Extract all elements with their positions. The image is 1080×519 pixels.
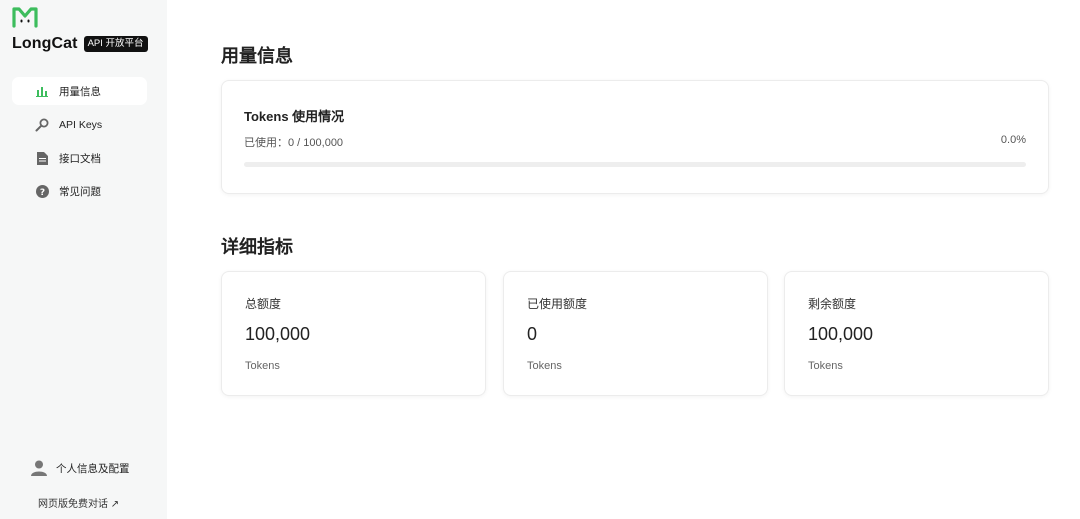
svg-text:?: ? xyxy=(39,188,44,198)
sidebar-item-usage[interactable]: 用量信息 xyxy=(12,77,147,105)
user-icon xyxy=(31,460,47,476)
metric-value: 100,000 xyxy=(808,324,874,344)
usage-row: 已使用：0 / 100,000 0.0% xyxy=(244,134,1026,150)
brand-badge: API 开放平台 xyxy=(83,36,148,52)
usage-used-text: 已使用：0 / 100,000 xyxy=(244,137,344,149)
profile-label: 个人信息及配置 xyxy=(56,462,130,475)
document-icon xyxy=(35,151,49,165)
sidebar-item-label: API Keys xyxy=(59,118,103,131)
usage-card-title: Tokens 使用情况 xyxy=(244,109,345,124)
token-usage-card: Tokens 使用情况 已使用：0 / 100,000 0.0% xyxy=(221,80,1049,194)
usage-section-title: 用量信息 xyxy=(221,46,293,66)
longcat-logo-icon xyxy=(12,7,38,28)
sidebar: LongCat API 开放平台 用量信息 API Keys 接口文档 ? 常见… xyxy=(0,0,167,519)
sidebar-item-label: 用量信息 xyxy=(59,85,101,98)
key-icon xyxy=(35,118,49,132)
sidebar-item-faq[interactable]: ? 常见问题 xyxy=(12,178,147,206)
brand-name: LongCat xyxy=(12,35,78,52)
metric-label: 剩余额度 xyxy=(808,297,857,311)
metric-label: 总额度 xyxy=(245,297,282,311)
sidebar-item-docs[interactable]: 接口文档 xyxy=(12,144,147,172)
usage-percent: 0.0% xyxy=(1000,134,1026,146)
metric-unit: Tokens xyxy=(245,360,280,372)
details-section-title: 详细指标 xyxy=(221,237,293,257)
metric-card-total: 总额度 100,000 Tokens xyxy=(221,271,486,396)
metric-card-used: 已使用额度 0 Tokens xyxy=(503,271,768,396)
sidebar-item-label: 接口文档 xyxy=(59,152,101,165)
main-content: 用量信息 Tokens 使用情况 已使用：0 / 100,000 0.0% 详细… xyxy=(167,0,1080,519)
metric-unit: Tokens xyxy=(527,360,562,372)
bar-chart-icon xyxy=(35,84,49,98)
web-chat-link[interactable]: 网页版免费对话 ↗ xyxy=(38,495,119,510)
metric-card-remaining: 剩余额度 100,000 Tokens xyxy=(784,271,1049,396)
sidebar-nav: 用量信息 API Keys 接口文档 ? 常见问题 xyxy=(12,77,147,211)
sidebar-item-label: 常见问题 xyxy=(59,186,101,199)
metric-label: 已使用额度 xyxy=(527,297,588,311)
brand[interactable]: LongCat API 开放平台 xyxy=(12,6,148,53)
metric-unit: Tokens xyxy=(808,360,843,372)
metric-value: 100,000 xyxy=(245,324,311,344)
metric-value: 0 xyxy=(527,324,538,344)
usage-progress-bar xyxy=(244,162,1026,167)
question-circle-icon: ? xyxy=(35,185,49,199)
profile-settings-link[interactable]: 个人信息及配置 xyxy=(31,460,130,476)
sidebar-item-api-keys[interactable]: API Keys xyxy=(12,111,147,139)
